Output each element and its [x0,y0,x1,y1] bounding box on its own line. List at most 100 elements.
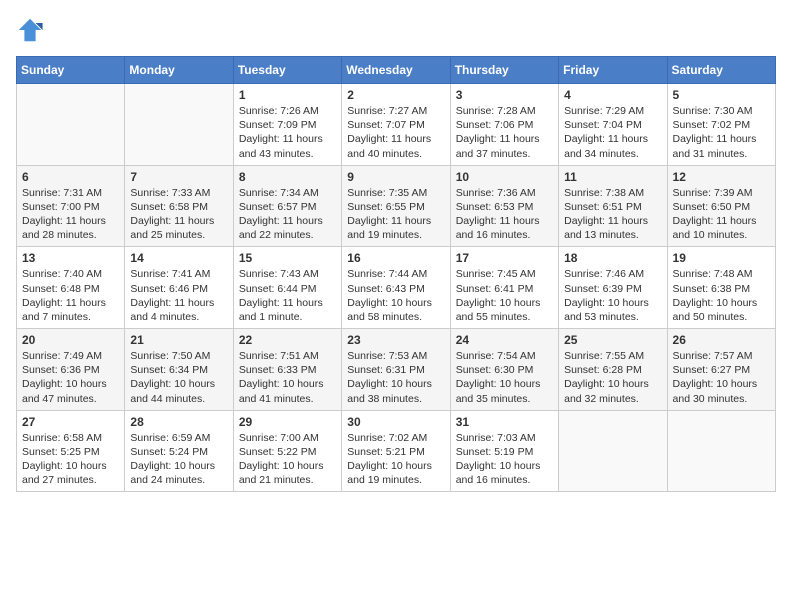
day-number: 9 [347,170,444,184]
day-number: 8 [239,170,336,184]
day-number: 5 [673,88,770,102]
day-header-saturday: Saturday [667,57,775,84]
cell-info: Sunrise: 7:26 AM Sunset: 7:09 PM Dayligh… [239,104,336,161]
day-header-wednesday: Wednesday [342,57,450,84]
day-number: 14 [130,251,227,265]
calendar-header: SundayMondayTuesdayWednesdayThursdayFrid… [17,57,776,84]
day-number: 26 [673,333,770,347]
day-number: 18 [564,251,661,265]
day-number: 25 [564,333,661,347]
calendar-cell: 3 Sunrise: 7:28 AM Sunset: 7:06 PM Daylig… [450,84,558,166]
cell-info: Sunrise: 7:29 AM Sunset: 7:04 PM Dayligh… [564,104,661,161]
calendar-cell: 23 Sunrise: 7:53 AM Sunset: 6:31 PM Dayli… [342,329,450,411]
week-row-4: 20 Sunrise: 7:49 AM Sunset: 6:36 PM Dayli… [17,329,776,411]
calendar-body: 1 Sunrise: 7:26 AM Sunset: 7:09 PM Daylig… [17,84,776,492]
calendar-cell: 13Sunrise: 7:40 AM Sunset: 6:48 PM Dayli… [17,247,125,329]
calendar-cell: 31 Sunrise: 7:03 AM Sunset: 5:19 PM Dayli… [450,410,558,492]
cell-info: Sunrise: 7:48 AM Sunset: 6:38 PM Dayligh… [673,267,770,324]
calendar-cell: 9 Sunrise: 7:35 AM Sunset: 6:55 PM Daylig… [342,165,450,247]
cell-info: Sunrise: 7:27 AM Sunset: 7:07 PM Dayligh… [347,104,444,161]
calendar-cell [17,84,125,166]
page-header [16,16,776,44]
calendar-cell: 18 Sunrise: 7:46 AM Sunset: 6:39 PM Dayli… [559,247,667,329]
calendar-cell: 4Sunrise: 7:29 AM Sunset: 7:04 PM Daylig… [559,84,667,166]
calendar-cell: 14 Sunrise: 7:41 AM Sunset: 6:46 PM Dayli… [125,247,233,329]
cell-info: Sunrise: 7:00 AM Sunset: 5:22 PM Dayligh… [239,431,336,488]
cell-info: Sunrise: 6:58 AM Sunset: 5:25 PM Dayligh… [22,431,119,488]
cell-info: Sunrise: 7:43 AM Sunset: 6:44 PM Dayligh… [239,267,336,324]
calendar-cell: 8Sunrise: 7:34 AM Sunset: 6:57 PM Daylig… [233,165,341,247]
calendar-table: SundayMondayTuesdayWednesdayThursdayFrid… [16,56,776,492]
day-number: 21 [130,333,227,347]
day-number: 30 [347,415,444,429]
calendar-cell: 7Sunrise: 7:33 AM Sunset: 6:58 PM Daylig… [125,165,233,247]
calendar-cell: 20 Sunrise: 7:49 AM Sunset: 6:36 PM Dayli… [17,329,125,411]
logo [16,16,48,44]
header-row: SundayMondayTuesdayWednesdayThursdayFrid… [17,57,776,84]
day-number: 1 [239,88,336,102]
day-number: 2 [347,88,444,102]
day-number: 29 [239,415,336,429]
calendar-cell: 12 Sunrise: 7:39 AM Sunset: 6:50 PM Dayli… [667,165,775,247]
calendar-cell: 11Sunrise: 7:38 AM Sunset: 6:51 PM Dayli… [559,165,667,247]
cell-info: Sunrise: 7:40 AM Sunset: 6:48 PM Dayligh… [22,267,119,324]
cell-info: Sunrise: 7:02 AM Sunset: 5:21 PM Dayligh… [347,431,444,488]
calendar-cell: 30 Sunrise: 7:02 AM Sunset: 5:21 PM Dayli… [342,410,450,492]
day-number: 28 [130,415,227,429]
calendar-cell: 1 Sunrise: 7:26 AM Sunset: 7:09 PM Daylig… [233,84,341,166]
calendar-cell: 26 Sunrise: 7:57 AM Sunset: 6:27 PM Dayli… [667,329,775,411]
cell-info: Sunrise: 7:53 AM Sunset: 6:31 PM Dayligh… [347,349,444,406]
calendar-cell: 25Sunrise: 7:55 AM Sunset: 6:28 PM Dayli… [559,329,667,411]
cell-info: Sunrise: 7:41 AM Sunset: 6:46 PM Dayligh… [130,267,227,324]
day-number: 7 [130,170,227,184]
day-header-sunday: Sunday [17,57,125,84]
day-number: 15 [239,251,336,265]
cell-info: Sunrise: 7:38 AM Sunset: 6:51 PM Dayligh… [564,186,661,243]
cell-info: Sunrise: 7:36 AM Sunset: 6:53 PM Dayligh… [456,186,553,243]
calendar-cell [559,410,667,492]
day-number: 23 [347,333,444,347]
calendar-cell: 6 Sunrise: 7:31 AM Sunset: 7:00 PM Daylig… [17,165,125,247]
cell-info: Sunrise: 7:39 AM Sunset: 6:50 PM Dayligh… [673,186,770,243]
day-number: 3 [456,88,553,102]
cell-info: Sunrise: 7:28 AM Sunset: 7:06 PM Dayligh… [456,104,553,161]
calendar-cell: 29 Sunrise: 7:00 AM Sunset: 5:22 PM Dayli… [233,410,341,492]
day-number: 19 [673,251,770,265]
cell-info: Sunrise: 6:59 AM Sunset: 5:24 PM Dayligh… [130,431,227,488]
day-number: 10 [456,170,553,184]
cell-info: Sunrise: 7:31 AM Sunset: 7:00 PM Dayligh… [22,186,119,243]
day-number: 6 [22,170,119,184]
cell-info: Sunrise: 7:45 AM Sunset: 6:41 PM Dayligh… [456,267,553,324]
day-number: 16 [347,251,444,265]
cell-info: Sunrise: 7:03 AM Sunset: 5:19 PM Dayligh… [456,431,553,488]
calendar-cell: 21 Sunrise: 7:50 AM Sunset: 6:34 PM Dayli… [125,329,233,411]
cell-info: Sunrise: 7:46 AM Sunset: 6:39 PM Dayligh… [564,267,661,324]
day-header-thursday: Thursday [450,57,558,84]
cell-info: Sunrise: 7:30 AM Sunset: 7:02 PM Dayligh… [673,104,770,161]
week-row-2: 6 Sunrise: 7:31 AM Sunset: 7:00 PM Daylig… [17,165,776,247]
day-header-friday: Friday [559,57,667,84]
week-row-3: 13Sunrise: 7:40 AM Sunset: 6:48 PM Dayli… [17,247,776,329]
calendar-cell: 15 Sunrise: 7:43 AM Sunset: 6:44 PM Dayli… [233,247,341,329]
cell-info: Sunrise: 7:35 AM Sunset: 6:55 PM Dayligh… [347,186,444,243]
logo-icon [16,16,44,44]
day-number: 12 [673,170,770,184]
cell-info: Sunrise: 7:51 AM Sunset: 6:33 PM Dayligh… [239,349,336,406]
day-header-monday: Monday [125,57,233,84]
calendar-cell: 27Sunrise: 6:58 AM Sunset: 5:25 PM Dayli… [17,410,125,492]
calendar-cell [125,84,233,166]
calendar-cell [667,410,775,492]
cell-info: Sunrise: 7:44 AM Sunset: 6:43 PM Dayligh… [347,267,444,324]
day-number: 31 [456,415,553,429]
calendar-cell: 17 Sunrise: 7:45 AM Sunset: 6:41 PM Dayli… [450,247,558,329]
cell-info: Sunrise: 7:57 AM Sunset: 6:27 PM Dayligh… [673,349,770,406]
cell-info: Sunrise: 7:49 AM Sunset: 6:36 PM Dayligh… [22,349,119,406]
calendar-cell: 10 Sunrise: 7:36 AM Sunset: 6:53 PM Dayli… [450,165,558,247]
week-row-5: 27Sunrise: 6:58 AM Sunset: 5:25 PM Dayli… [17,410,776,492]
calendar-cell: 24Sunrise: 7:54 AM Sunset: 6:30 PM Dayli… [450,329,558,411]
cell-info: Sunrise: 7:50 AM Sunset: 6:34 PM Dayligh… [130,349,227,406]
calendar-cell: 2 Sunrise: 7:27 AM Sunset: 7:07 PM Daylig… [342,84,450,166]
day-number: 20 [22,333,119,347]
day-number: 17 [456,251,553,265]
day-header-tuesday: Tuesday [233,57,341,84]
